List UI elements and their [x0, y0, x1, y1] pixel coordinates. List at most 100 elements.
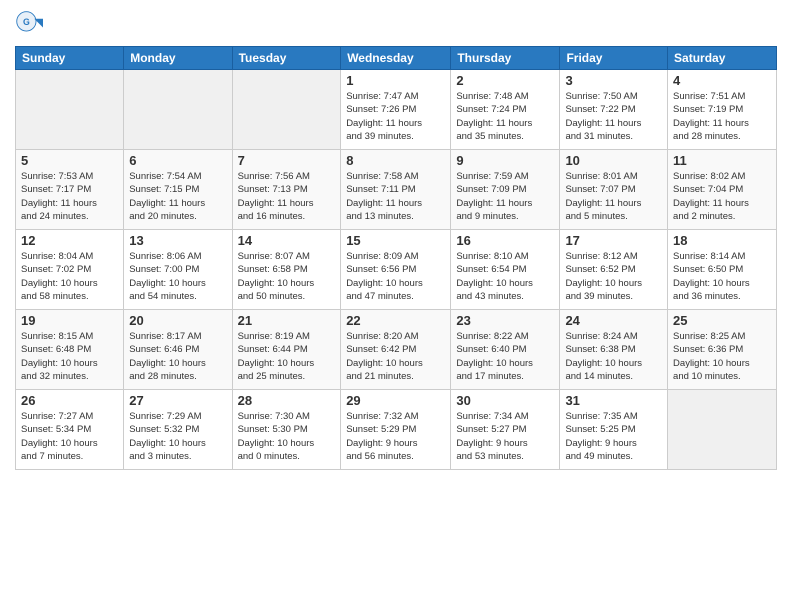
day-number: 30 [456, 393, 554, 408]
day-number: 15 [346, 233, 445, 248]
day-cell: 18 Sunrise: 8:14 AM Sunset: 6:50 PM Dayli… [668, 230, 777, 310]
day-cell: 1Sunrise: 7:47 AM Sunset: 7:26 PM Daylig… [341, 70, 451, 150]
day-number: 13 [129, 233, 226, 248]
day-cell: 13 Sunrise: 8:06 AM Sunset: 7:00 PM Dayli… [124, 230, 232, 310]
day-number: 5 [21, 153, 118, 168]
day-number: 21 [238, 313, 336, 328]
day-number: 22 [346, 313, 445, 328]
day-info: Sunrise: 7:29 AM Sunset: 5:32 PM Dayligh… [129, 410, 226, 463]
calendar-table: SundayMondayTuesdayWednesdayThursdayFrid… [15, 46, 777, 470]
day-cell: 19 Sunrise: 8:15 AM Sunset: 6:48 PM Dayli… [16, 310, 124, 390]
day-cell: 11 Sunrise: 8:02 AM Sunset: 7:04 PM Dayli… [668, 150, 777, 230]
svg-text:G: G [23, 17, 30, 27]
week-row-2: 12Sunrise: 8:04 AM Sunset: 7:02 PM Dayli… [16, 230, 777, 310]
day-cell: 20 Sunrise: 8:17 AM Sunset: 6:46 PM Dayli… [124, 310, 232, 390]
day-number: 7 [238, 153, 336, 168]
day-cell: 26 Sunrise: 7:27 AM Sunset: 5:34 PM Dayli… [16, 390, 124, 470]
day-number: 28 [238, 393, 336, 408]
day-cell: 9Sunrise: 7:59 AM Sunset: 7:09 PM Daylig… [451, 150, 560, 230]
weekday-header-saturday: Saturday [668, 47, 777, 70]
day-number: 20 [129, 313, 226, 328]
day-cell: 21 Sunrise: 8:19 AM Sunset: 6:44 PM Dayli… [232, 310, 341, 390]
day-info: Sunrise: 7:34 AM Sunset: 5:27 PM Dayligh… [456, 410, 554, 463]
weekday-header-row: SundayMondayTuesdayWednesdayThursdayFrid… [16, 47, 777, 70]
logo: G [15, 10, 47, 38]
day-number: 27 [129, 393, 226, 408]
calendar-page: G SundayMondayTuesdayWednesdayThursdayFr… [0, 0, 792, 612]
day-number: 24 [565, 313, 662, 328]
day-number: 26 [21, 393, 118, 408]
weekday-header-tuesday: Tuesday [232, 47, 341, 70]
day-info: Sunrise: 7:56 AM Sunset: 7:13 PM Dayligh… [238, 170, 336, 223]
weekday-header-thursday: Thursday [451, 47, 560, 70]
day-number: 11 [673, 153, 771, 168]
day-cell: 29Sunrise: 7:32 AM Sunset: 5:29 PM Dayli… [341, 390, 451, 470]
day-info: Sunrise: 7:32 AM Sunset: 5:29 PM Dayligh… [346, 410, 445, 463]
day-cell: 5Sunrise: 7:53 AM Sunset: 7:17 PM Daylig… [16, 150, 124, 230]
day-cell [668, 390, 777, 470]
day-info: Sunrise: 7:30 AM Sunset: 5:30 PM Dayligh… [238, 410, 336, 463]
day-info: Sunrise: 7:50 AM Sunset: 7:22 PM Dayligh… [565, 90, 662, 143]
day-info: Sunrise: 7:48 AM Sunset: 7:24 PM Dayligh… [456, 90, 554, 143]
weekday-header-wednesday: Wednesday [341, 47, 451, 70]
day-cell [16, 70, 124, 150]
logo-icon: G [15, 10, 43, 38]
week-row-3: 19 Sunrise: 8:15 AM Sunset: 6:48 PM Dayli… [16, 310, 777, 390]
day-info: Sunrise: 7:47 AM Sunset: 7:26 PM Dayligh… [346, 90, 445, 143]
day-number: 2 [456, 73, 554, 88]
week-row-1: 5Sunrise: 7:53 AM Sunset: 7:17 PM Daylig… [16, 150, 777, 230]
day-number: 10 [565, 153, 662, 168]
day-number: 4 [673, 73, 771, 88]
day-number: 14 [238, 233, 336, 248]
day-cell: 28 Sunrise: 7:30 AM Sunset: 5:30 PM Dayli… [232, 390, 341, 470]
day-info: Sunrise: 8:15 AM Sunset: 6:48 PM Dayligh… [21, 330, 118, 383]
day-info: Sunrise: 8:07 AM Sunset: 6:58 PM Dayligh… [238, 250, 336, 303]
day-info: Sunrise: 7:35 AM Sunset: 5:25 PM Dayligh… [565, 410, 662, 463]
day-cell: 24 Sunrise: 8:24 AM Sunset: 6:38 PM Dayli… [560, 310, 668, 390]
day-cell: 3 Sunrise: 7:50 AM Sunset: 7:22 PM Daylig… [560, 70, 668, 150]
day-info: Sunrise: 8:14 AM Sunset: 6:50 PM Dayligh… [673, 250, 771, 303]
day-number: 12 [21, 233, 118, 248]
day-info: Sunrise: 8:22 AM Sunset: 6:40 PM Dayligh… [456, 330, 554, 383]
day-info: Sunrise: 8:17 AM Sunset: 6:46 PM Dayligh… [129, 330, 226, 383]
day-number: 9 [456, 153, 554, 168]
day-cell: 8Sunrise: 7:58 AM Sunset: 7:11 PM Daylig… [341, 150, 451, 230]
day-info: Sunrise: 7:54 AM Sunset: 7:15 PM Dayligh… [129, 170, 226, 223]
day-cell [124, 70, 232, 150]
day-number: 16 [456, 233, 554, 248]
day-info: Sunrise: 8:20 AM Sunset: 6:42 PM Dayligh… [346, 330, 445, 383]
day-cell: 23 Sunrise: 8:22 AM Sunset: 6:40 PM Dayli… [451, 310, 560, 390]
day-number: 6 [129, 153, 226, 168]
day-info: Sunrise: 7:51 AM Sunset: 7:19 PM Dayligh… [673, 90, 771, 143]
week-row-0: 1Sunrise: 7:47 AM Sunset: 7:26 PM Daylig… [16, 70, 777, 150]
day-cell: 6 Sunrise: 7:54 AM Sunset: 7:15 PM Daylig… [124, 150, 232, 230]
day-cell: 14 Sunrise: 8:07 AM Sunset: 6:58 PM Dayli… [232, 230, 341, 310]
day-number: 3 [565, 73, 662, 88]
day-number: 23 [456, 313, 554, 328]
day-info: Sunrise: 8:12 AM Sunset: 6:52 PM Dayligh… [565, 250, 662, 303]
day-cell: 10 Sunrise: 8:01 AM Sunset: 7:07 PM Dayli… [560, 150, 668, 230]
weekday-header-friday: Friday [560, 47, 668, 70]
day-cell: 7 Sunrise: 7:56 AM Sunset: 7:13 PM Daylig… [232, 150, 341, 230]
day-info: Sunrise: 7:27 AM Sunset: 5:34 PM Dayligh… [21, 410, 118, 463]
day-cell [232, 70, 341, 150]
day-info: Sunrise: 8:06 AM Sunset: 7:00 PM Dayligh… [129, 250, 226, 303]
day-info: Sunrise: 7:58 AM Sunset: 7:11 PM Dayligh… [346, 170, 445, 223]
page-header: G [15, 10, 777, 38]
day-number: 19 [21, 313, 118, 328]
day-number: 18 [673, 233, 771, 248]
day-info: Sunrise: 8:19 AM Sunset: 6:44 PM Dayligh… [238, 330, 336, 383]
day-number: 31 [565, 393, 662, 408]
day-info: Sunrise: 8:02 AM Sunset: 7:04 PM Dayligh… [673, 170, 771, 223]
day-cell: 30 Sunrise: 7:34 AM Sunset: 5:27 PM Dayli… [451, 390, 560, 470]
day-info: Sunrise: 8:09 AM Sunset: 6:56 PM Dayligh… [346, 250, 445, 303]
day-number: 25 [673, 313, 771, 328]
weekday-header-monday: Monday [124, 47, 232, 70]
day-cell: 4 Sunrise: 7:51 AM Sunset: 7:19 PM Daylig… [668, 70, 777, 150]
day-info: Sunrise: 8:25 AM Sunset: 6:36 PM Dayligh… [673, 330, 771, 383]
day-cell: 31 Sunrise: 7:35 AM Sunset: 5:25 PM Dayli… [560, 390, 668, 470]
week-row-4: 26 Sunrise: 7:27 AM Sunset: 5:34 PM Dayli… [16, 390, 777, 470]
day-info: Sunrise: 8:01 AM Sunset: 7:07 PM Dayligh… [565, 170, 662, 223]
day-info: Sunrise: 8:24 AM Sunset: 6:38 PM Dayligh… [565, 330, 662, 383]
day-cell: 16Sunrise: 8:10 AM Sunset: 6:54 PM Dayli… [451, 230, 560, 310]
